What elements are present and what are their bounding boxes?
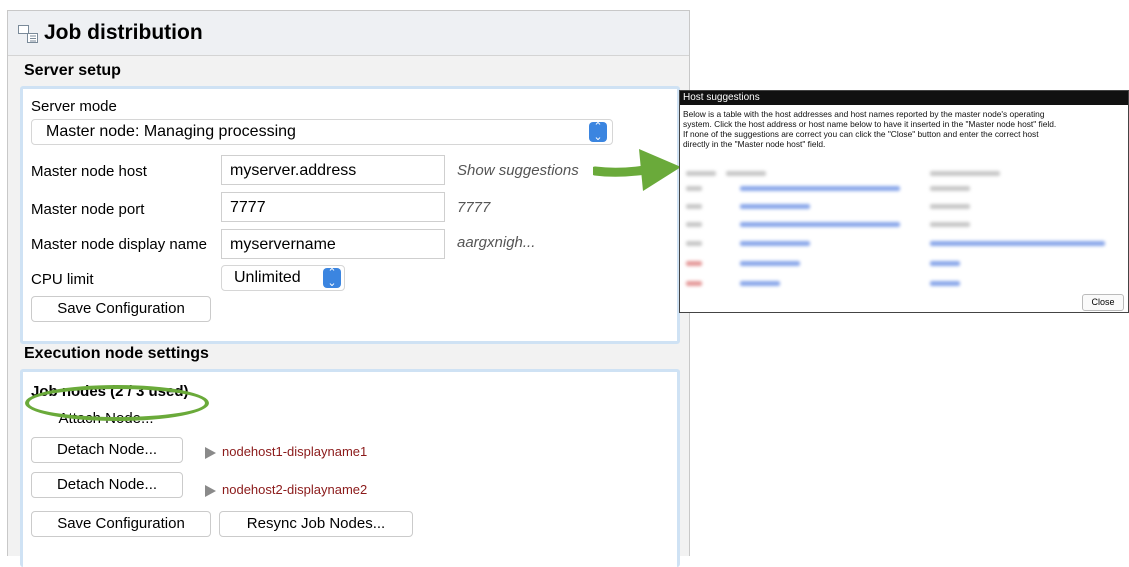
- table-row[interactable]: [740, 204, 810, 209]
- table-row: [930, 186, 970, 191]
- table-header: [726, 171, 766, 176]
- table-row[interactable]: [740, 261, 800, 266]
- table-row: [686, 261, 702, 266]
- table-row: [686, 186, 702, 191]
- attach-node-button[interactable]: Attach Node...: [31, 408, 181, 432]
- table-row[interactable]: [740, 222, 900, 227]
- table-row: [930, 222, 970, 227]
- popup-title: Host suggestions: [680, 91, 1128, 105]
- select-stepper-icon: ⌃ ⌄: [323, 268, 341, 289]
- server-setup-box: Server mode Master node: Managing proces…: [20, 86, 680, 344]
- display-name-value: myservername: [230, 236, 336, 253]
- cpu-limit-label: CPU limit: [31, 271, 94, 288]
- expand-triangle-icon[interactable]: [205, 446, 216, 459]
- table-row: [930, 204, 970, 209]
- popup-description-line: If none of the suggestions are correct y…: [683, 129, 1039, 139]
- popup-description-line: directly in the "Master node host" field…: [683, 139, 826, 149]
- display-name-hint: aargxnigh...: [457, 234, 536, 251]
- detach-node-button-1[interactable]: Detach Node...: [31, 437, 183, 463]
- table-header: [686, 171, 716, 176]
- table-row[interactable]: [740, 186, 900, 191]
- show-suggestions-link[interactable]: Show suggestions: [457, 162, 579, 179]
- cpu-limit-value: Unlimited: [234, 269, 301, 286]
- detach-node-button-2[interactable]: Detach Node...: [31, 472, 183, 498]
- server-mode-value: Master node: Managing processing: [46, 123, 296, 140]
- table-row[interactable]: [930, 241, 1105, 246]
- master-host-field[interactable]: myserver.address: [221, 155, 445, 185]
- display-name-field[interactable]: myservername: [221, 229, 445, 259]
- save-configuration-button-2[interactable]: Save Configuration: [31, 511, 211, 537]
- server-mode-select[interactable]: Master node: Managing processing ⌃ ⌄: [31, 119, 613, 145]
- popup-description: Below is a table with the host addresses…: [683, 109, 1127, 149]
- server-setup-heading: Server setup: [24, 62, 121, 79]
- master-host-label: Master node host: [31, 163, 147, 180]
- title-bar: Job distribution: [8, 11, 689, 56]
- select-stepper-icon: ⌃ ⌄: [589, 122, 607, 143]
- table-header: [930, 171, 1000, 176]
- window-title: Job distribution: [44, 21, 203, 44]
- save-configuration-button[interactable]: Save Configuration: [31, 296, 211, 322]
- job-node-2: nodehost2-displayname2: [205, 482, 367, 497]
- table-row[interactable]: [740, 241, 810, 246]
- display-name-label: Master node display name: [31, 236, 207, 253]
- job-nodes-label: Job nodes (2 / 3 used): [31, 383, 189, 400]
- server-mode-label: Server mode: [31, 98, 117, 115]
- table-row: [686, 281, 702, 286]
- table-row[interactable]: [930, 261, 960, 266]
- table-row: [686, 241, 702, 246]
- job-distribution-icon: [18, 25, 38, 43]
- master-port-value: 7777: [230, 199, 266, 216]
- table-row[interactable]: [930, 281, 960, 286]
- execution-settings-heading: Execution node settings: [24, 345, 209, 362]
- cpu-limit-select[interactable]: Unlimited ⌃ ⌄: [221, 265, 345, 291]
- table-row: [686, 222, 702, 227]
- execution-settings-box: Job nodes (2 / 3 used) Attach Node... De…: [20, 369, 680, 567]
- popup-description-line: Below is a table with the host addresses…: [683, 109, 1045, 119]
- node-name-1: nodehost1-displayname1: [222, 444, 368, 459]
- host-suggestions-popup: Host suggestions Below is a table with t…: [679, 90, 1129, 313]
- job-node-1: nodehost1-displayname1: [205, 444, 367, 459]
- master-port-field[interactable]: 7777: [221, 192, 445, 222]
- master-port-label: Master node port: [31, 201, 145, 218]
- expand-triangle-icon[interactable]: [205, 484, 216, 497]
- master-host-value: myserver.address: [230, 162, 357, 179]
- close-button[interactable]: Close: [1082, 294, 1124, 311]
- master-port-hint: 7777: [457, 199, 491, 216]
- popup-description-line: system. Click the host address or host n…: [683, 119, 1057, 129]
- job-distribution-panel: Job distribution Server setup Server mod…: [7, 10, 690, 567]
- table-row: [686, 204, 702, 209]
- resync-job-nodes-button[interactable]: Resync Job Nodes...: [219, 511, 413, 537]
- table-row[interactable]: [740, 281, 780, 286]
- node-name-2: nodehost2-displayname2: [222, 482, 368, 497]
- arrow-right-icon: [593, 149, 681, 191]
